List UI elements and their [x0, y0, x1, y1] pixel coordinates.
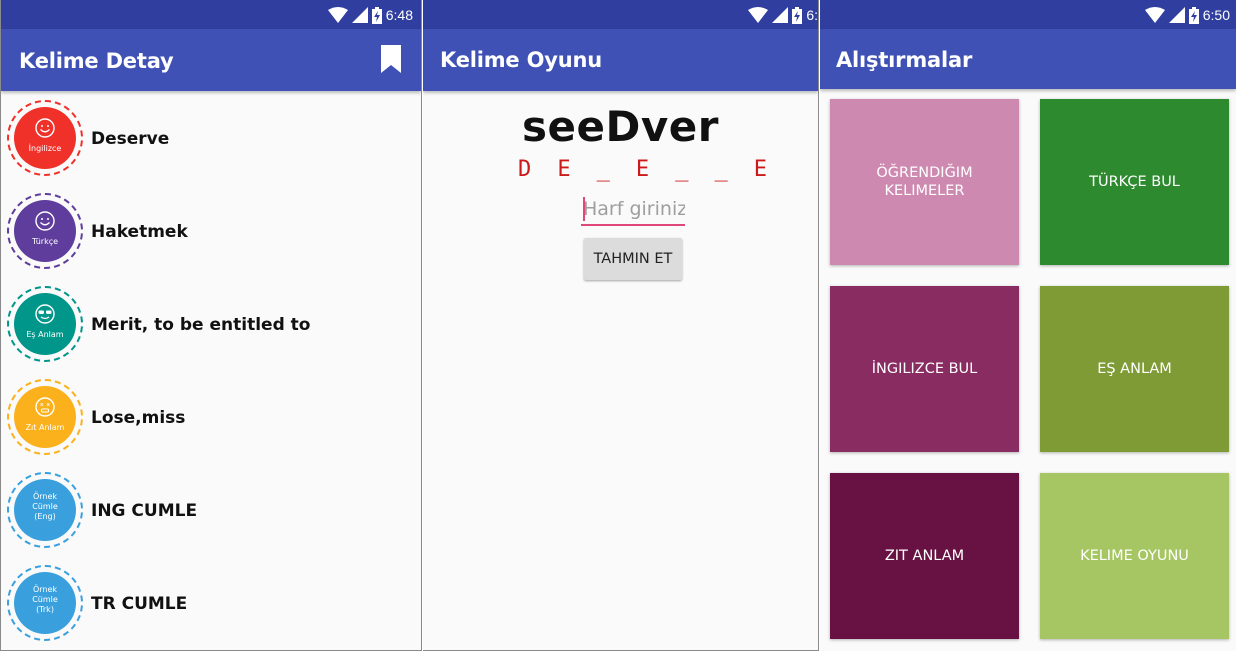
smile-icon: [35, 211, 55, 231]
badge-ring: Zıt Anlam: [7, 379, 83, 455]
battery-charging-icon: [371, 6, 382, 24]
signal-icon: [772, 7, 789, 23]
badge-label: Örnek Cümle (Trk): [14, 585, 76, 615]
word-game-screen: 6: Kelime Oyunu seeDver D E _ E _ _ E TA…: [423, 0, 819, 651]
tile-antonym[interactable]: ZIT ANLAM: [830, 473, 1019, 639]
badge-ring: Örnek Cümle (Trk): [7, 565, 83, 641]
badge-label: Örnek Cümle (Eng): [14, 492, 76, 522]
row-text: Merit, to be entitled to: [91, 315, 311, 335]
status-time: 6:50: [1202, 7, 1230, 23]
app-bar: Kelime Oyunu: [423, 29, 818, 91]
bookmark-icon[interactable]: [381, 45, 401, 73]
row-text: Lose,miss: [91, 408, 186, 428]
status-bar: 6:50: [820, 0, 1236, 29]
list-item[interactable]: Türkçe Haketmek: [1, 186, 421, 279]
badge-line: (Trk): [36, 605, 54, 614]
guess-button[interactable]: TAHMIN ET: [584, 238, 682, 280]
badge-label: Eş Anlam: [26, 330, 64, 339]
badge-line: Örnek: [32, 585, 58, 594]
battery-charging-icon: [792, 6, 803, 24]
signal-icon: [351, 7, 368, 23]
badge-ring: Türkçe: [7, 193, 83, 269]
tile-label: EŞ ANLAM: [1097, 361, 1172, 377]
wifi-icon: [327, 7, 348, 23]
letter-input[interactable]: [581, 194, 685, 226]
app-bar: Kelime Detay: [1, 29, 421, 91]
row-text: Haketmek: [91, 222, 188, 242]
list-item[interactable]: Zıt Anlam Lose,miss: [1, 372, 421, 465]
status-time: 6:: [806, 7, 818, 23]
list-item[interactable]: Örnek Cümle (Eng) ING CUMLE: [1, 465, 421, 558]
badge-line: Cümle: [32, 595, 58, 604]
badge-label: Zıt Anlam: [25, 423, 65, 432]
badge-line: (Eng): [34, 512, 56, 521]
badge-label: Türkçe: [31, 237, 59, 246]
letter-slot: E: [753, 157, 768, 182]
smile-icon: [35, 118, 55, 138]
page-title: Kelime Detay: [19, 49, 174, 73]
wifi-icon: [748, 7, 769, 23]
row-text: ING CUMLE: [91, 501, 198, 521]
scrambled-word: seeDver: [522, 102, 719, 151]
row-text: TR CUMLE: [91, 594, 188, 614]
letter-slot: E: [635, 157, 650, 182]
badge-synonym: Eş Anlam: [14, 293, 76, 355]
word-detail-screen: 6:48 Kelime Detay İngilizce Deserve Türk…: [0, 0, 422, 651]
badge-ring: Eş Anlam: [7, 286, 83, 362]
badge-turkish: Türkçe: [14, 200, 76, 262]
letter-slots: D E _ E _ _ E: [505, 157, 780, 182]
wifi-icon: [1144, 7, 1165, 23]
tile-learned-words[interactable]: ÖĞRENDIĞIM KELIMELER: [830, 99, 1019, 265]
tile-word-game[interactable]: KELIME OYUNU: [1040, 473, 1229, 639]
list-item[interactable]: İngilizce Deserve: [1, 93, 421, 186]
exercises-screen: 6:50 Alıştırmalar ÖĞRENDIĞIM KELIMELER T…: [820, 0, 1236, 651]
tile-find-english[interactable]: İNGILIZCE BUL: [830, 286, 1019, 452]
tile-synonym[interactable]: EŞ ANLAM: [1040, 286, 1229, 452]
signal-icon: [1168, 7, 1185, 23]
badge-label: İngilizce: [28, 144, 62, 153]
list-item[interactable]: Eş Anlam Merit, to be entitled to: [1, 279, 421, 372]
badge-example-eng: Örnek Cümle (Eng): [14, 479, 76, 541]
status-bar: 6:: [423, 0, 818, 29]
letter-slot: _: [675, 157, 689, 182]
tile-label: TÜRKÇE BUL: [1089, 174, 1180, 190]
letter-slot: _: [714, 157, 728, 182]
text-caret: [583, 197, 585, 221]
tile-label: ZIT ANLAM: [884, 548, 965, 564]
letter-slot: D: [518, 157, 532, 182]
row-text: Deserve: [91, 129, 170, 149]
tile-label: ÖĞRENDIĞIM KELIMELER: [876, 165, 973, 199]
sad-face-icon: [35, 397, 55, 417]
letter-slot: E: [557, 157, 571, 182]
tile-find-turkish[interactable]: TÜRKÇE BUL: [1040, 99, 1229, 265]
tile-label: İNGILIZCE BUL: [871, 361, 978, 377]
badge-ring: İngilizce: [7, 100, 83, 176]
sunglasses-face-icon: [35, 304, 55, 324]
badge-line: Örnek: [32, 492, 58, 501]
badge-english: İngilizce: [14, 107, 76, 169]
badge-ring: Örnek Cümle (Eng): [7, 472, 83, 548]
tile-label: KELIME OYUNU: [1080, 548, 1189, 564]
battery-charging-icon: [1188, 6, 1199, 24]
page-title: Kelime Oyunu: [440, 48, 602, 72]
app-bar: Alıştırmalar: [820, 29, 1236, 89]
status-bar: 6:48: [1, 0, 421, 29]
list-item[interactable]: Örnek Cümle (Trk) TR CUMLE: [1, 558, 421, 650]
letter-slot: _: [596, 157, 610, 182]
badge-example-trk: Örnek Cümle (Trk): [14, 572, 76, 634]
badge-line: Cümle: [32, 502, 58, 511]
page-title: Alıştırmalar: [836, 48, 973, 72]
status-time: 6:48: [385, 7, 413, 23]
badge-antonym: Zıt Anlam: [14, 386, 76, 448]
